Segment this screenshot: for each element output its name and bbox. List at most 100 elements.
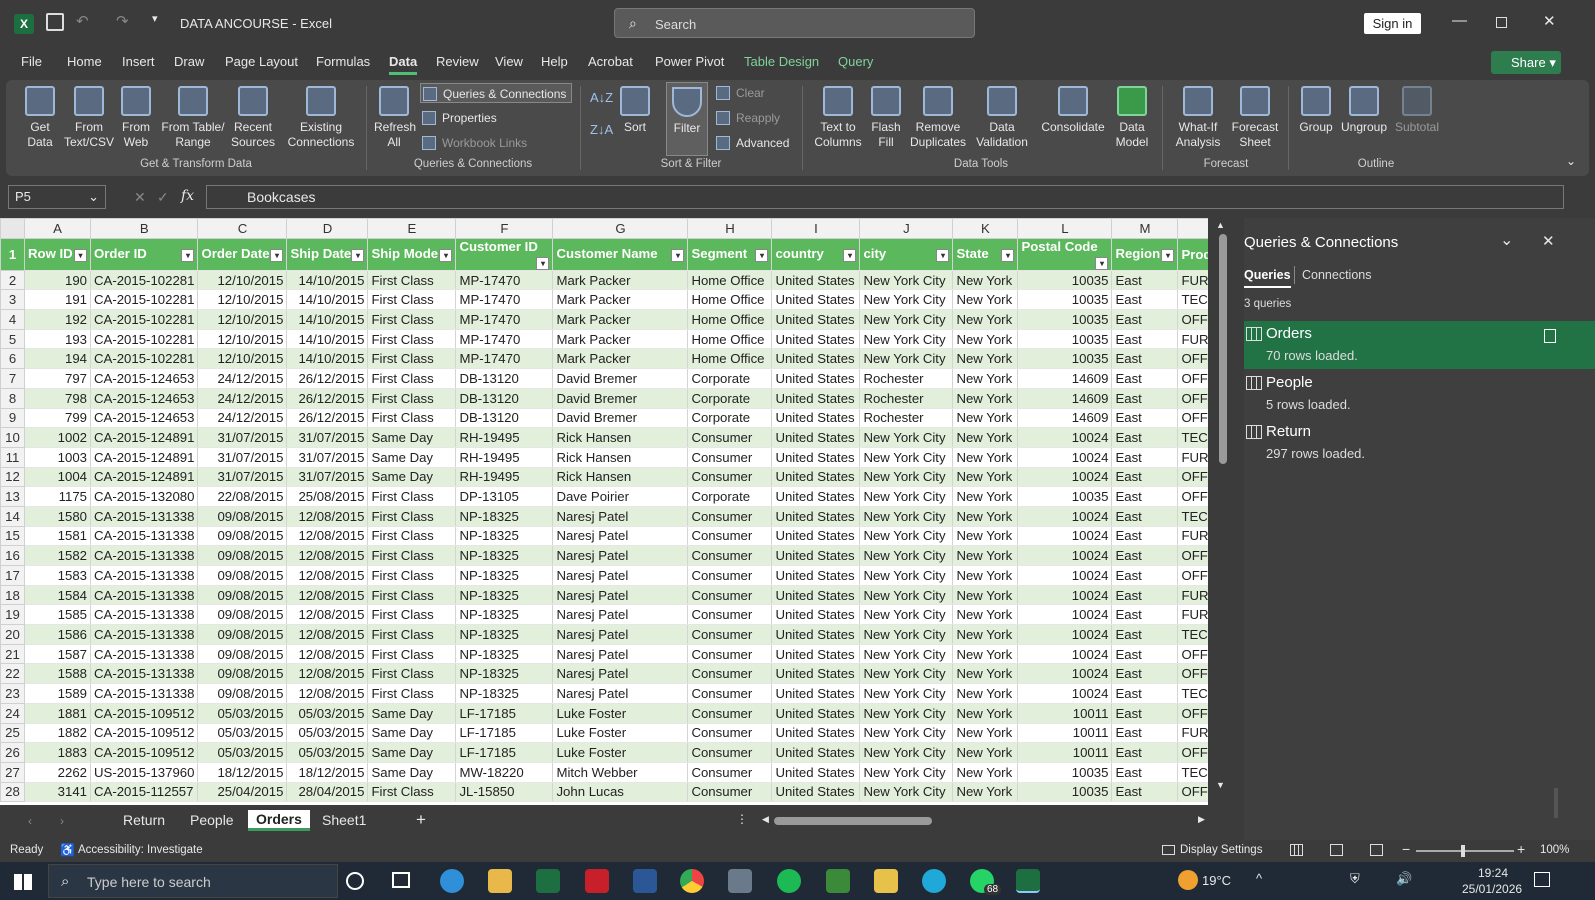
table-cell[interactable]: New York City [859,289,954,311]
tab-acrobat[interactable]: Acrobat [588,54,633,69]
table-cell[interactable]: New York City [859,663,954,685]
table-cell[interactable]: First Class [367,663,457,685]
table-cell[interactable]: New York City [859,329,954,350]
table-cell[interactable]: East [1111,683,1179,704]
row-header[interactable]: 21 [0,643,25,665]
table-cell[interactable]: United States [771,329,861,350]
table-cell[interactable]: 26/12/2015 [286,388,369,409]
table-header-cell[interactable]: Order ID ▾ [90,238,199,271]
table-cell[interactable]: LF-17185 [455,723,554,744]
table-cell[interactable]: First Class [367,486,457,507]
remove-duplicates-button[interactable]: Remove Duplicates [908,86,968,150]
table-cell[interactable]: East [1111,388,1179,409]
table-cell[interactable]: 09/08/2015 [197,545,288,566]
table-cell[interactable]: New York [952,447,1019,468]
table-header-cell[interactable]: Region ▾ [1111,238,1179,271]
table-cell[interactable]: Same Day [367,762,457,783]
table-cell[interactable]: Mark Packer [552,348,689,370]
table-cell[interactable]: CA-2015-124891 [90,427,199,448]
table-cell[interactable]: CA-2015-131338 [90,526,199,547]
filter-dropdown-icon[interactable]: ▾ [936,249,950,263]
table-cell[interactable]: United States [771,683,861,704]
table-cell[interactable]: Mark Packer [552,289,689,311]
table-cell[interactable]: NP-18325 [455,585,554,606]
row-header[interactable]: 17 [0,565,25,586]
excel-active-icon[interactable] [1016,869,1040,893]
table-cell[interactable]: 192 [24,309,91,330]
table-cell[interactable]: Naresj Patel [552,526,689,547]
table-cell[interactable]: 10024 [1017,526,1113,547]
table-cell[interactable]: New York [952,565,1019,586]
filter-button[interactable]: Filter [666,82,708,156]
undo-icon[interactable]: ↶ [76,12,89,30]
table-cell[interactable]: 12/08/2015 [286,526,369,547]
table-cell[interactable]: Consumer [687,545,773,566]
close-pane-icon[interactable]: ✕ [1542,232,1555,250]
table-cell[interactable]: Home Office [687,329,773,350]
table-cell[interactable]: 10035 [1017,329,1113,350]
table-cell[interactable]: 24/12/2015 [197,388,288,409]
table-cell[interactable]: 12/08/2015 [286,624,369,645]
table-cell[interactable]: 10035 [1017,309,1113,330]
table-cell[interactable]: Mark Packer [552,309,689,330]
page-break-view-icon[interactable] [1370,844,1383,856]
pane-options-icon[interactable]: ⌄ [1500,230,1513,250]
clock-date[interactable]: 25/01/2026 [1462,882,1522,896]
table-cell[interactable]: 09/08/2015 [197,604,288,626]
table-header-cell[interactable]: Customer ID ▾ [455,238,554,271]
table-cell[interactable]: CA-2015-102281 [90,270,199,291]
save-icon[interactable] [46,13,64,31]
table-cell[interactable]: New York [952,663,1019,685]
table-cell[interactable]: 12/08/2015 [286,565,369,586]
table-cell[interactable]: Same Day [367,427,457,448]
volume-icon[interactable]: 🔊 [1396,871,1412,887]
spotify-icon[interactable] [777,869,801,893]
table-cell[interactable]: First Class [367,526,457,547]
temperature[interactable]: 19°C [1202,873,1231,888]
search-box[interactable]: ⌕ Search [614,8,975,38]
select-all-corner[interactable] [0,218,25,239]
table-cell[interactable]: 12/08/2015 [286,604,369,626]
table-cell[interactable]: Luke Foster [552,703,689,724]
table-cell[interactable]: 14/10/2015 [286,309,369,330]
table-cell[interactable]: 10024 [1017,683,1113,704]
table-cell[interactable]: New York [952,723,1019,744]
table-cell[interactable]: United States [771,604,861,626]
from-web-button[interactable]: From Web [116,86,156,150]
table-cell[interactable]: 31/07/2015 [286,447,369,468]
windows-start-icon[interactable] [14,874,32,890]
table-cell[interactable]: 26/12/2015 [286,408,369,429]
table-cell[interactable]: New York [952,486,1019,507]
clock-time[interactable]: 19:24 [1478,866,1508,880]
table-cell[interactable]: Home Office [687,289,773,311]
table-cell[interactable]: 05/03/2015 [197,703,288,724]
table-header-cell[interactable]: city ▾ [859,238,954,271]
h-scroll-thumb[interactable] [774,817,932,825]
table-cell[interactable]: 24/12/2015 [197,408,288,429]
table-cell[interactable]: New York City [859,723,954,744]
acrobat-icon[interactable] [585,869,609,893]
column-header[interactable]: G [552,218,689,239]
row-header[interactable]: 18 [0,584,25,606]
taskbar-search-box[interactable]: ⌕ Type here to search [48,864,338,898]
table-cell[interactable]: 10035 [1017,782,1113,803]
table-cell[interactable]: First Class [367,408,457,429]
tab-page-layout[interactable]: Page Layout [225,54,298,69]
table-cell[interactable]: New York City [859,270,954,291]
filter-dropdown-icon[interactable]: ▾ [1161,249,1175,263]
table-cell[interactable]: United States [771,447,861,468]
confirm-entry-icon[interactable]: ✓ [157,189,169,206]
table-cell[interactable]: East [1111,723,1179,744]
table-cell[interactable]: 14609 [1017,368,1113,389]
data-table[interactable]: ABCDEFGHIJKLM 1 Row ID ▾ Order ID ▾ Order Dat… [0,218,1227,803]
word-icon[interactable] [633,869,657,893]
table-cell[interactable]: East [1111,526,1179,547]
table-cell[interactable]: Mark Packer [552,270,689,291]
table-cell[interactable]: 1585 [24,604,91,626]
table-cell[interactable]: Home Office [687,309,773,330]
reapply-button[interactable]: Reapply [714,108,780,128]
table-cell[interactable]: United States [771,703,861,724]
table-cell[interactable]: New York [952,388,1019,409]
table-cell[interactable]: 799 [24,408,91,429]
filter-dropdown-icon[interactable]: ▾ [1001,249,1015,263]
